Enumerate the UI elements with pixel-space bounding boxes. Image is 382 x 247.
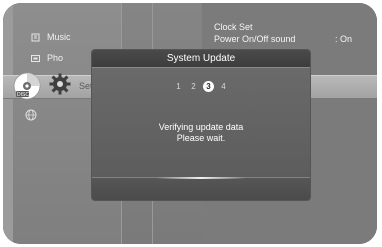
disc-icon: DISC (13, 72, 41, 100)
gear-icon (49, 73, 71, 95)
menu-item-photo[interactable]: Pho (47, 50, 63, 66)
step-4: 4 (221, 82, 226, 91)
menu-edge-strip (3, 3, 13, 244)
dialog-title: System Update (92, 50, 310, 68)
footer-glint (156, 177, 246, 179)
step-1: 1 (176, 82, 181, 91)
step-3-active: 3 (203, 81, 214, 92)
photo-icon (31, 55, 40, 62)
update-step-indicator: 1 2 3 4 (92, 81, 310, 92)
dialog-footer (92, 177, 310, 200)
status-message: Verifying update data (158, 122, 244, 132)
step-2: 2 (191, 82, 196, 91)
clock-set-item[interactable]: Clock Set (214, 22, 253, 32)
menu-item-settings[interactable]: Set (79, 78, 93, 94)
music-icon (31, 33, 40, 42)
power-sound-value: : On (335, 34, 353, 44)
globe-icon (25, 109, 37, 121)
wait-message: Please wait. (176, 133, 226, 143)
svg-text:DISC: DISC (17, 92, 29, 98)
power-sound-item[interactable]: Power On/Off sound (214, 34, 295, 44)
system-update-dialog: System Update 1 2 3 4 Verifying update d… (92, 50, 310, 200)
menu-item-music[interactable]: Music (47, 29, 71, 45)
screen: Clock Set Power On/Off sound : On ▸ Musi… (0, 0, 382, 247)
